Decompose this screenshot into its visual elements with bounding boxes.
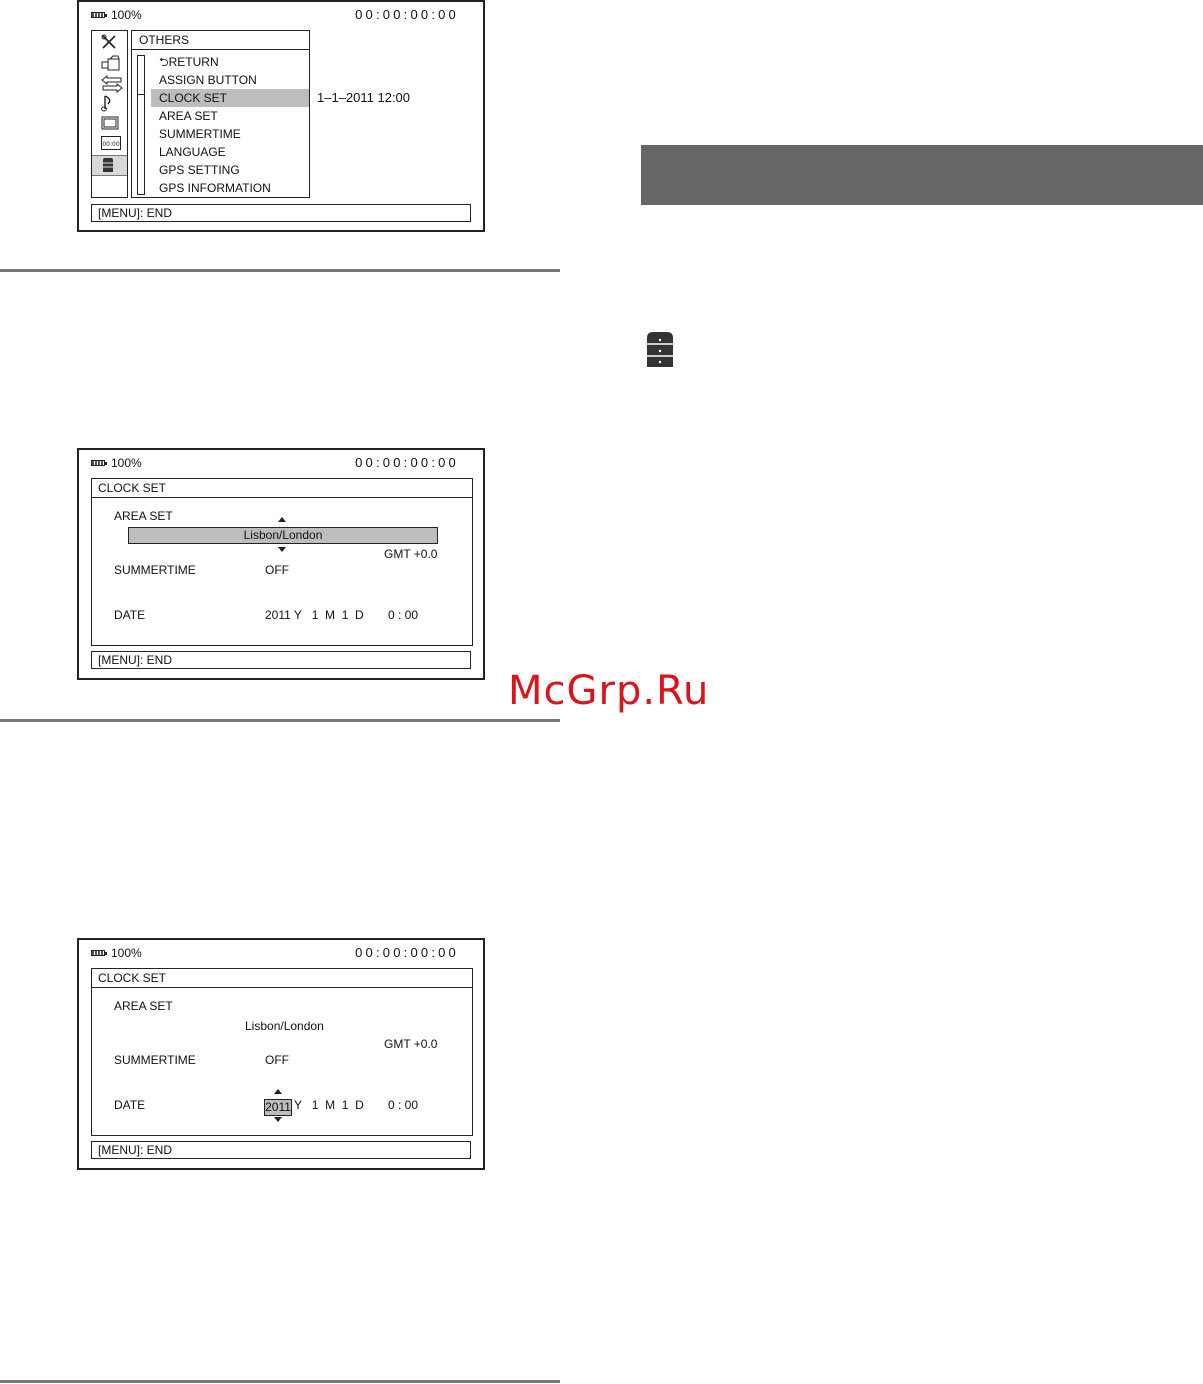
battery-icon: [91, 460, 107, 466]
summertime-label: SUMMERTIME: [114, 1053, 196, 1067]
return-icon: ⮌: [159, 55, 169, 69]
menu-item-summertime[interactable]: SUMMERTIME: [151, 125, 309, 143]
date-label: DATE: [114, 1098, 146, 1112]
time-value[interactable]: 0 : 00: [388, 608, 418, 622]
menu-panel: OTHERS ⮌RETURN ASSIGN BUTTON CLOCK SET A…: [131, 30, 310, 198]
battery-percentage: 100%: [111, 456, 142, 470]
date-value[interactable]: 2011 Y 1 M 1 D: [265, 608, 364, 622]
menu-item-label: RETURN: [168, 55, 219, 69]
timecode: 00:00:00:00: [355, 7, 459, 22]
section-banner: [641, 145, 1203, 205]
menu-item-clock-set[interactable]: CLOCK SET: [151, 89, 309, 107]
date-label: DATE: [114, 608, 146, 622]
down-arrow-icon[interactable]: [274, 1117, 282, 1122]
others-icon: [644, 330, 676, 373]
transfer-icon[interactable]: [92, 74, 127, 94]
area-value[interactable]: Lisbon/London: [245, 1019, 324, 1033]
menu-title: OTHERS: [132, 31, 309, 50]
up-arrow-icon[interactable]: [278, 517, 286, 522]
clock-set-current-value: 1–1–2011 12:00: [317, 90, 411, 105]
menu-item-return[interactable]: ⮌RETURN: [151, 53, 309, 71]
area-selector[interactable]: Lisbon/London: [128, 527, 438, 544]
section-divider: [0, 269, 560, 272]
menu-item-assign-button[interactable]: ASSIGN BUTTON: [151, 71, 309, 89]
scrollbar[interactable]: [137, 55, 145, 195]
summertime-label: SUMMERTIME: [114, 563, 196, 577]
battery-icon: [91, 12, 107, 18]
year-field[interactable]: 2011: [264, 1099, 292, 1116]
gmt-offset: GMT +0.0: [384, 1037, 438, 1051]
menu-item-gps-setting[interactable]: GPS SETTING: [151, 161, 309, 179]
clock-set-area-screen: 100% 00:00:00:00 CLOCK SET AREA SET Lisb…: [77, 448, 485, 680]
timecode: 00:00:00:00: [355, 945, 459, 960]
clock-set-title: CLOCK SET: [92, 479, 472, 498]
menu-item-language[interactable]: LANGUAGE: [151, 143, 309, 161]
up-arrow-icon[interactable]: [274, 1089, 282, 1094]
display-icon[interactable]: [92, 115, 127, 135]
section-divider: [0, 719, 560, 722]
gmt-offset: GMT +0.0: [384, 547, 438, 561]
time-value[interactable]: 0 : 00: [388, 1098, 418, 1112]
battery-icon: [91, 950, 107, 956]
timecode: 00:00:00:00: [355, 455, 459, 470]
others-icon[interactable]: [92, 155, 127, 176]
clock-set-panel: CLOCK SET AREA SET Lisbon/London GMT +0.…: [91, 968, 473, 1136]
menu-screen: 100% 00:00:00:00 00:00 OTHERS ⮌RETURN AS…: [77, 0, 485, 232]
summertime-value[interactable]: OFF: [265, 563, 289, 577]
battery-percentage: 100%: [111, 946, 142, 960]
camera-icon[interactable]: [92, 54, 127, 74]
footer-bar: [MENU]: END: [91, 204, 471, 222]
footer-bar: [MENU]: END: [91, 651, 471, 669]
tools-icon[interactable]: [92, 33, 127, 53]
clock-set-date-screen: 100% 00:00:00:00 CLOCK SET AREA SET Lisb…: [77, 938, 485, 1170]
scrollbar-thumb[interactable]: [138, 56, 144, 95]
area-set-label: AREA SET: [114, 509, 173, 523]
summertime-value[interactable]: OFF: [265, 1053, 289, 1067]
music-note-icon[interactable]: [92, 94, 127, 114]
area-set-label: AREA SET: [114, 999, 173, 1013]
timecode-icon-label: 00:00: [102, 141, 119, 148]
clock-set-title: CLOCK SET: [92, 969, 472, 988]
battery-percentage: 100%: [111, 8, 142, 22]
menu-icon-column: 00:00: [91, 30, 128, 198]
down-arrow-icon[interactable]: [278, 547, 286, 552]
section-divider: [0, 1380, 560, 1383]
date-rest[interactable]: Y 1 M 1 D: [294, 1098, 364, 1112]
clock-set-panel: CLOCK SET AREA SET Lisbon/London GMT +0.…: [91, 478, 473, 646]
timecode-icon[interactable]: 00:00: [92, 135, 127, 155]
menu-item-gps-information[interactable]: GPS INFORMATION: [151, 179, 309, 197]
menu-item-area-set[interactable]: AREA SET: [151, 107, 309, 125]
footer-bar: [MENU]: END: [91, 1141, 471, 1159]
watermark: McGrp.Ru: [508, 668, 710, 714]
